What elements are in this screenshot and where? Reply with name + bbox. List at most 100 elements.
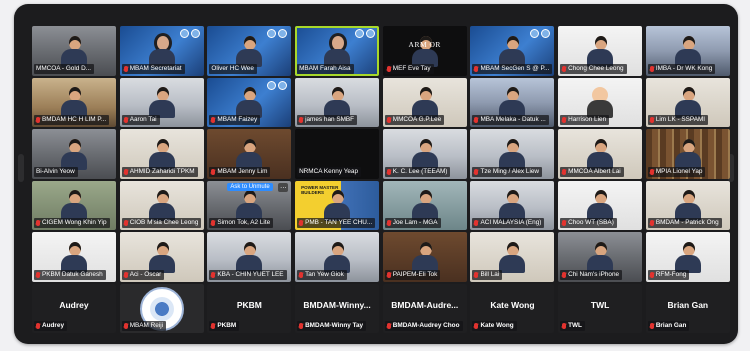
muted-mic-icon [649,65,654,72]
participant-name: MBAM Reiji [129,322,164,329]
participant-tile[interactable]: Aci - Oscar [119,232,204,282]
previous-page-arrow[interactable] [18,154,24,182]
participant-name: K. C. Lee (TEEAM) [392,167,448,175]
muted-mic-icon [211,323,216,329]
participant-tile[interactable]: BMDAM-Audre... BMDAM-Audrey Choo [382,283,467,333]
participant-name-label: CIGEM Wong Khin Yip [34,218,110,228]
participant-tile[interactable]: ARM OR MEF Eve Tay [382,26,467,76]
participant-name-label: Aci - Oscar [121,269,165,280]
participant-name: RFM-Fong [655,270,687,278]
participant-tile[interactable]: K. C. Lee (TEEAM) [382,129,467,179]
participant-tile[interactable]: Chong Chee Leong [558,26,643,76]
muted-mic-icon [386,168,391,175]
participant-tile[interactable]: Audrey Audrey [32,283,116,333]
ask-to-unmute-button[interactable]: Ask to Unmute [227,182,273,191]
participant-name-label: MPIA Lionel Yap [647,166,706,177]
participant-name: Tze Ming / Alex Liew [480,167,540,175]
participant-tile[interactable]: PAIPEM-Eli Tok [382,232,467,282]
participant-video [411,241,438,274]
muted-mic-icon [123,323,128,329]
participant-tile[interactable]: CIGEM Wong Khin Yip [32,180,116,230]
participant-name-label: NRMCA Kenny Yeap [297,166,362,177]
participant-name: IMBA - Dr WK Kong [655,64,713,72]
participant-tile[interactable]: MBAM Jenny Lim [207,129,292,179]
participant-tile[interactable]: RFM-Fong [645,232,730,282]
participant-tile[interactable]: MBAM Farah Aisa [295,26,380,76]
participant-display-name: PKBM [236,299,262,310]
participant-tile[interactable]: CIOB M'sia Chee Leong [119,180,204,230]
participant-tile[interactable]: PKBM PKBM [207,283,292,333]
participant-tile[interactable]: Oliver HC Wee [207,26,292,76]
participant-name-label: Tze Ming / Alex Liew [472,166,543,177]
background-logo-icon [355,29,376,38]
participant-name: PAIPEM-Eli Tok [392,270,438,278]
muted-mic-icon [474,323,479,329]
participant-tile[interactable]: TWL TWL [558,283,643,333]
participant-name: MBAM SecGen S @ P... [480,64,550,72]
participant-tile[interactable]: Aaron Tai [119,77,204,127]
participant-tile[interactable]: Tan Yew Giok [295,232,380,282]
participant-tile[interactable]: Ask to Unmute … Simon Tok, A2 Lite [207,180,292,230]
background-logo-icon [267,29,288,38]
participant-tile[interactable]: Harrison Lien [558,77,643,127]
participant-tile[interactable]: MBAM SecGen S @ P... [470,26,555,76]
participant-tile[interactable]: BMDAM HC H LIM P... [32,77,116,127]
participant-name-label: TWL [560,321,585,331]
participant-tile[interactable]: IMBA - Dr WK Kong [645,26,730,76]
participant-video [587,138,614,171]
participant-name-label: Bi-Alvin Yeow [34,166,78,177]
muted-mic-icon [386,271,391,278]
participant-name-label: Tan Yew Giok [297,269,347,280]
participant-tile[interactable]: BMDAM - Patrick Ong [645,180,730,230]
participant-name-label: Joe Lam - MGA [384,218,441,228]
muted-mic-icon [211,117,216,123]
participant-tile[interactable]: MPIA Lionel Yap [645,129,730,179]
participant-tile[interactable]: BMDAM-Winny... BMDAM-Winny Tay [295,283,380,333]
participant-name: PMB - TAN YEE CHU... [305,219,373,226]
participant-display-name: Kate Wong [490,299,535,310]
participant-tile[interactable]: Tze Ming / Alex Liew [470,129,555,179]
participant-tile[interactable]: Kate Wong Kate Wong [470,283,555,333]
participant-tile[interactable]: MMCOA G.P.Lee [382,77,467,127]
participant-tile[interactable]: MBAM Faizey [207,77,292,127]
video-background-text: ARM OR [408,40,441,49]
participant-tile[interactable]: Choo WT (SBA) [558,180,643,230]
participant-tile[interactable]: KBA - CHIN YUET LEE [207,232,292,282]
participant-video [411,138,438,171]
muted-mic-icon [386,117,391,123]
participant-tile[interactable]: Bill Lai [470,232,555,282]
participant-tile[interactable]: MMCOA - Gold D... [32,26,116,76]
participant-name-label: Simon Tok, A2 Lite [209,218,274,228]
muted-mic-icon [649,323,654,329]
participant-name-label: Aaron Tai [121,115,160,125]
participant-name-label: MBAM SecGen S @ P... [472,63,553,74]
participant-name-label: james han SMBF [297,115,358,125]
participant-tile[interactable]: MBAM Secretariat [119,26,204,76]
participant-name: james han SMBF [305,116,355,123]
muted-mic-icon [386,220,391,226]
participant-tile[interactable]: Lim LK - SSPAMI [645,77,730,127]
participant-tile[interactable]: POWER MASTER BUILDERS PMB - TAN YEE CHU..… [295,180,380,230]
participant-tile[interactable]: Joe Lam - MGA [382,180,467,230]
participant-tile[interactable]: MBA Melaka - Datuk ... [470,77,555,127]
participant-tile[interactable]: Bi-Alvin Yeow [32,129,116,179]
participant-name: Joe Lam - MGA [392,219,438,226]
participant-name-label: MBA Melaka - Datuk ... [472,115,549,125]
participant-name: Aci - Oscar [129,270,162,278]
more-options-icon[interactable]: … [278,182,289,192]
participant-video [324,35,351,68]
participant-tile[interactable]: PKBM Datuk Ganesh [32,232,116,282]
participant-tile[interactable]: Chi Nam's iPhone [558,232,643,282]
participant-tile[interactable]: james han SMBF [295,77,380,127]
muted-mic-icon [649,168,654,175]
participant-tile[interactable]: ACI MALAYSIA (Eng) [470,180,555,230]
participant-tile[interactable]: Brian Gan Brian Gan [645,283,730,333]
participant-name-label: Choo WT (SBA) [560,218,617,228]
participant-tile[interactable]: AHMID Zaharidi TPKM [119,129,204,179]
muted-mic-icon [386,65,391,72]
participant-name-label: Chi Nam's iPhone [560,269,623,280]
participant-tile[interactable]: MMCOA Albert Lai [558,129,643,179]
participant-name: Choo WT (SBA) [568,219,614,226]
participant-tile[interactable]: NRMCA Kenny Yeap [295,129,380,179]
participant-tile[interactable]: MBAM Reiji [119,283,204,333]
